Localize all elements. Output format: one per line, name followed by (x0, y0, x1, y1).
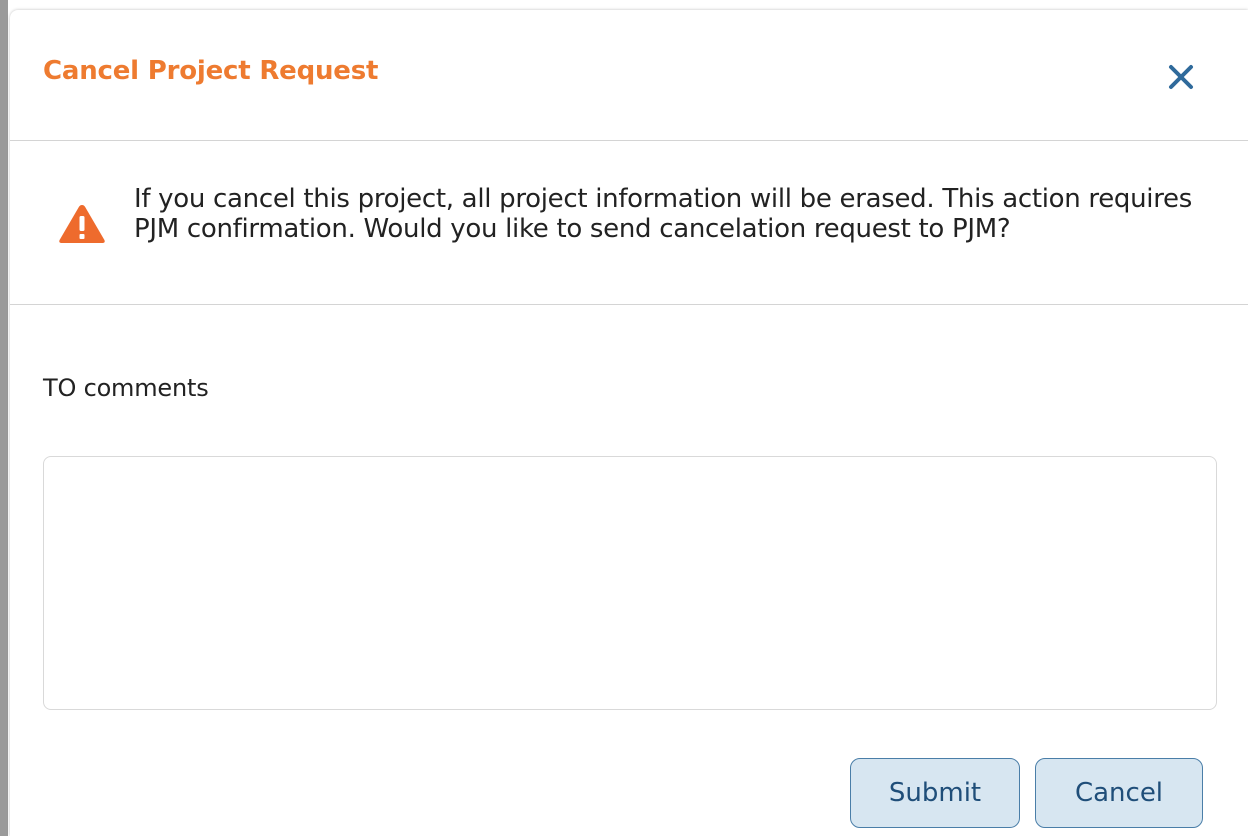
cancel-project-dialog: Cancel Project Request If you cancel thi… (10, 10, 1248, 836)
warning-triangle-icon (59, 205, 105, 243)
cancel-button[interactable]: Cancel (1035, 758, 1203, 828)
close-button[interactable] (1166, 62, 1196, 92)
background-page-edge (0, 0, 8, 836)
warning-message: If you cancel this project, all project … (134, 184, 1192, 244)
dialog-header: Cancel Project Request (10, 10, 1248, 141)
submit-button[interactable]: Submit (850, 758, 1020, 828)
comments-label: TO comments (43, 374, 209, 402)
comments-textarea[interactable] (43, 456, 1217, 710)
warning-section: If you cancel this project, all project … (10, 141, 1248, 305)
close-icon (1169, 65, 1193, 89)
dialog-title: Cancel Project Request (43, 56, 379, 86)
